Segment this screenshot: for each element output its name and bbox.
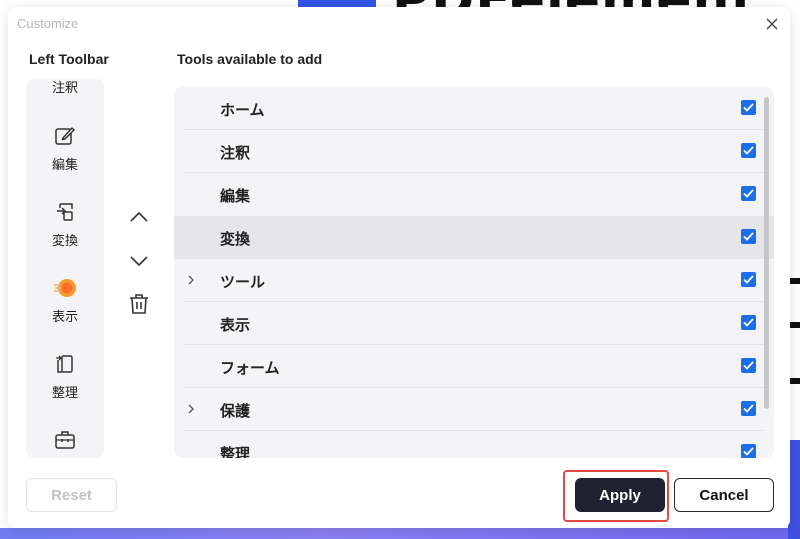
dialog-title: Customize <box>17 16 79 31</box>
reset-button[interactable]: Reset <box>26 478 117 512</box>
check-icon <box>743 275 754 284</box>
tool-checkbox[interactable] <box>741 315 756 330</box>
toolbar-item-annotate[interactable]: 注釈 <box>26 79 104 96</box>
chevron-up-icon <box>130 211 148 222</box>
tool-checkbox[interactable] <box>741 358 756 373</box>
move-down-button[interactable] <box>125 247 153 275</box>
tool-checkbox[interactable] <box>741 401 756 416</box>
apply-button[interactable]: Apply <box>575 478 665 512</box>
tool-checkbox[interactable] <box>741 444 756 458</box>
check-icon <box>743 232 754 241</box>
tool-name: 変換 <box>220 230 251 248</box>
tool-checkbox[interactable] <box>741 229 756 244</box>
tool-row-annotate[interactable]: 注釈 <box>174 130 774 173</box>
close-button[interactable] <box>762 14 782 34</box>
toolbar-item-label: 整理 <box>51 386 78 401</box>
tool-row-tools[interactable]: ツール <box>174 259 774 302</box>
toolbox-icon <box>55 431 75 449</box>
tool-name: 編集 <box>220 187 251 205</box>
tool-row-organize[interactable]: 整理 <box>174 431 774 458</box>
background-gradient-band <box>0 528 800 539</box>
tool-checkbox[interactable] <box>741 100 756 115</box>
check-icon <box>743 103 754 112</box>
check-icon <box>743 361 754 370</box>
tool-row-protect[interactable]: 保護 <box>174 388 774 431</box>
view-icon <box>54 279 76 297</box>
toolbar-item-edit[interactable]: 編集 <box>26 124 104 173</box>
chevron-right-icon[interactable] <box>184 402 198 416</box>
tool-name: 保護 <box>220 402 251 420</box>
tool-checkbox[interactable] <box>741 143 756 158</box>
tool-name: 整理 <box>220 445 251 458</box>
check-icon <box>743 447 754 456</box>
toolbar-item-toolbox[interactable] <box>26 428 104 452</box>
tools-scrollbar[interactable] <box>764 97 769 409</box>
customize-dialog: Customize Left Toolbar Tools available t… <box>8 7 790 528</box>
tool-name: フォーム <box>220 359 280 377</box>
tool-name: ホーム <box>220 101 265 119</box>
tool-row-view[interactable]: 表示 <box>174 302 774 345</box>
tool-row-home[interactable]: ホーム <box>174 87 774 130</box>
cancel-button[interactable]: Cancel <box>674 478 774 512</box>
tool-checkbox[interactable] <box>741 186 756 201</box>
toolbar-item-label: 表示 <box>51 310 78 325</box>
left-toolbar-list[interactable]: 注釈 編集 変換 表示 整理 <box>26 79 104 458</box>
check-icon <box>743 404 754 413</box>
check-icon <box>743 318 754 327</box>
tool-row-form[interactable]: フォーム <box>174 345 774 388</box>
tool-row-convert[interactable]: 変換 <box>174 216 774 259</box>
check-icon <box>743 189 754 198</box>
tools-available-heading: Tools available to add <box>177 51 323 67</box>
chevron-right-icon[interactable] <box>184 273 198 287</box>
toolbar-item-organize[interactable]: 整理 <box>26 352 104 401</box>
tools-list[interactable]: ホーム 注釈 編集 変換 ツール 表示 フォーム 保護 整理 <box>174 87 774 458</box>
left-toolbar-heading: Left Toolbar <box>29 51 109 67</box>
move-up-button[interactable] <box>125 203 153 231</box>
tool-name: ツール <box>220 273 266 291</box>
tool-name: 注釈 <box>220 144 251 162</box>
tool-checkbox[interactable] <box>741 272 756 287</box>
toolbar-item-label: 変換 <box>51 234 78 249</box>
edit-icon <box>55 127 75 145</box>
chevron-down-icon <box>130 256 148 267</box>
toolbar-item-label: 編集 <box>51 158 78 173</box>
tool-row-edit[interactable]: 編集 <box>174 173 774 216</box>
delete-button[interactable] <box>125 290 153 318</box>
convert-icon <box>57 203 73 221</box>
tool-name: 表示 <box>220 316 251 334</box>
background-side-marks <box>790 278 800 398</box>
trash-icon <box>130 294 148 314</box>
toolbar-item-label: 注釈 <box>51 81 78 96</box>
organize-icon <box>56 355 73 373</box>
check-icon <box>743 146 754 155</box>
toolbar-item-view[interactable]: 表示 <box>26 276 104 325</box>
close-icon <box>766 18 778 30</box>
toolbar-item-convert[interactable]: 変換 <box>26 200 104 249</box>
